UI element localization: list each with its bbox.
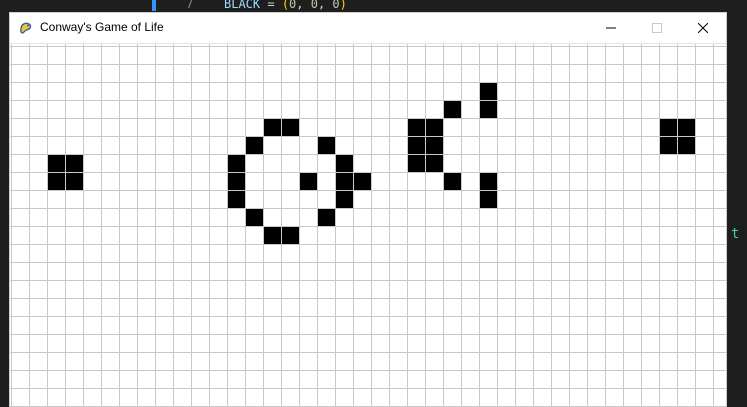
live-cell[interactable] xyxy=(282,227,299,244)
live-cell[interactable] xyxy=(48,155,65,172)
close-icon xyxy=(698,23,708,33)
live-cell[interactable] xyxy=(480,173,497,190)
live-cell[interactable] xyxy=(408,137,425,154)
live-cell[interactable] xyxy=(480,83,497,100)
live-cell[interactable] xyxy=(660,137,677,154)
close-button[interactable] xyxy=(680,13,726,43)
game-window: Conway's Game of Life xyxy=(10,13,726,407)
game-board[interactable] xyxy=(10,44,726,407)
live-cell[interactable] xyxy=(264,227,281,244)
editor-line-marker xyxy=(152,0,156,11)
editor-side-text: t xyxy=(731,226,740,242)
live-cell[interactable] xyxy=(228,155,245,172)
title-bar[interactable]: Conway's Game of Life xyxy=(10,13,726,44)
minimize-button[interactable] xyxy=(588,13,634,43)
live-cell[interactable] xyxy=(480,191,497,208)
code-comma: , xyxy=(317,0,333,11)
code-paren-close: ) xyxy=(339,0,347,11)
live-cell[interactable] xyxy=(678,137,695,154)
live-cell[interactable] xyxy=(480,101,497,118)
live-cell[interactable] xyxy=(264,119,281,136)
live-cell[interactable] xyxy=(228,173,245,190)
live-cell[interactable] xyxy=(336,155,353,172)
live-cell[interactable] xyxy=(246,137,263,154)
live-cell[interactable] xyxy=(66,155,83,172)
live-cell[interactable] xyxy=(228,191,245,208)
live-cell[interactable] xyxy=(426,155,443,172)
code-operator: = xyxy=(260,0,282,11)
code-comma: , xyxy=(296,0,311,11)
code-value-g: 0 xyxy=(310,0,318,11)
live-cell[interactable] xyxy=(408,155,425,172)
editor-line-number: 7 xyxy=(186,0,194,11)
live-cell[interactable] xyxy=(408,119,425,136)
live-cell[interactable] xyxy=(444,101,461,118)
live-cell[interactable] xyxy=(48,173,65,190)
live-cell[interactable] xyxy=(354,173,371,190)
live-cell[interactable] xyxy=(300,173,317,190)
live-cell[interactable] xyxy=(66,173,83,190)
live-cell[interactable] xyxy=(318,137,335,154)
live-cell[interactable] xyxy=(426,119,443,136)
live-cell[interactable] xyxy=(660,119,677,136)
live-cell[interactable] xyxy=(426,137,443,154)
editor-code-line: BLACK = (0, 0, 0) xyxy=(224,0,347,11)
background-editor: 7 BLACK = (0, 0, 0) xyxy=(0,0,747,13)
window-title: Conway's Game of Life xyxy=(40,20,164,34)
pygame-snake-icon xyxy=(18,20,34,36)
live-cell[interactable] xyxy=(318,209,335,226)
code-paren-open: ( xyxy=(281,0,290,11)
maximize-button[interactable] xyxy=(634,13,680,43)
live-cell[interactable] xyxy=(336,191,353,208)
code-value-b: 0 xyxy=(332,0,340,11)
code-identifier: BLACK xyxy=(224,0,261,11)
live-cell[interactable] xyxy=(678,119,695,136)
minimize-icon xyxy=(606,27,616,29)
maximize-icon xyxy=(652,23,662,33)
live-cell[interactable] xyxy=(282,119,299,136)
live-cell[interactable] xyxy=(336,173,353,190)
live-cell[interactable] xyxy=(246,209,263,226)
live-cell[interactable] xyxy=(444,173,461,190)
